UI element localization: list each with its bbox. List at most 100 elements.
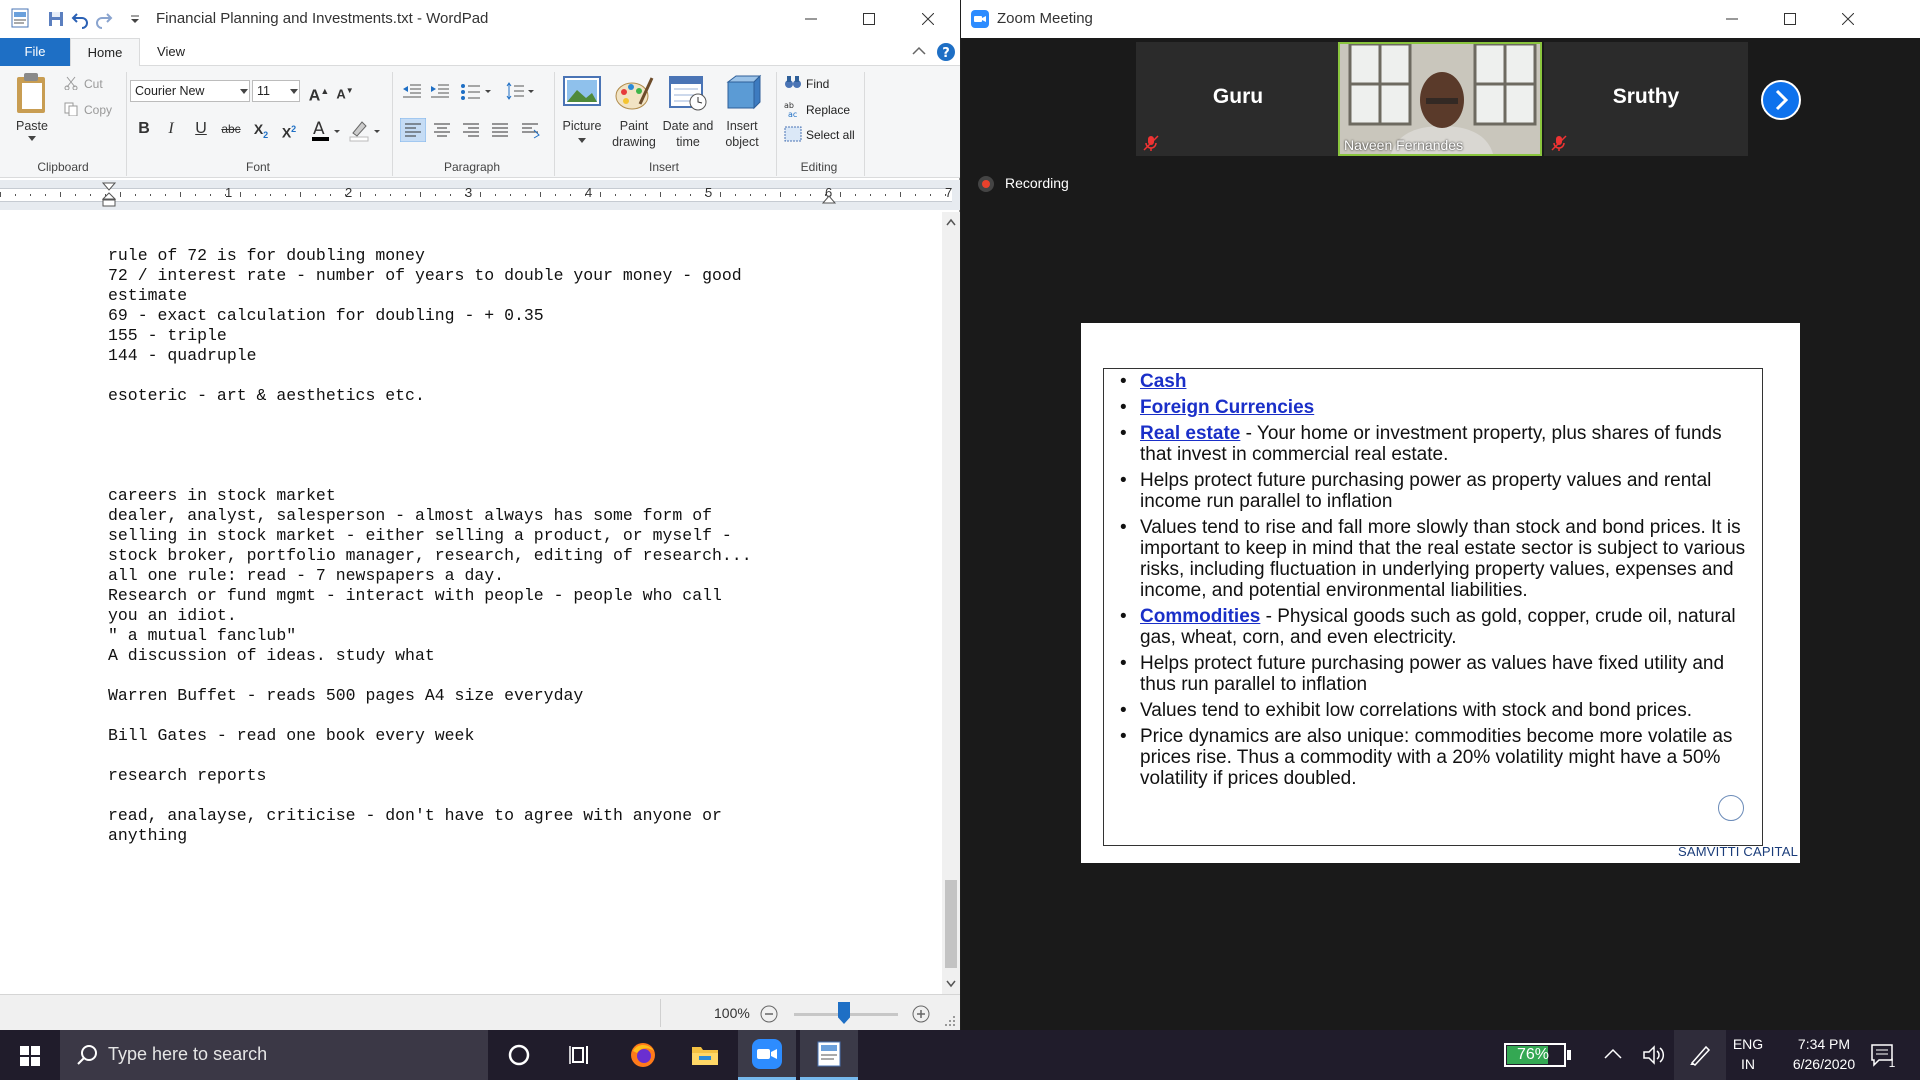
zoom-taskbar-button[interactable] xyxy=(738,1030,796,1080)
start-button[interactable] xyxy=(0,1030,58,1080)
align-center-icon[interactable] xyxy=(430,118,454,142)
help-icon[interactable]: ? xyxy=(936,42,956,62)
document-line[interactable] xyxy=(108,406,868,426)
scroll-down-icon[interactable] xyxy=(946,980,956,988)
firefox-button[interactable] xyxy=(614,1030,672,1080)
close-button[interactable] xyxy=(899,0,957,38)
file-explorer-button[interactable] xyxy=(676,1030,734,1080)
document-line[interactable]: 69 - exact calculation for doubling - + … xyxy=(108,306,868,326)
document-line[interactable]: estimate xyxy=(108,286,868,306)
tab-home[interactable]: Home xyxy=(70,38,140,67)
scroll-up-icon[interactable] xyxy=(946,218,956,226)
document-line[interactable]: Research or fund mgmt - interact with pe… xyxy=(108,586,868,606)
cortana-button[interactable] xyxy=(490,1030,548,1080)
subscript-button[interactable]: X2 xyxy=(250,118,272,140)
wordpad-taskbar-button[interactable] xyxy=(800,1030,858,1080)
grow-font-button[interactable]: A▲ xyxy=(308,80,330,104)
volume-icon[interactable] xyxy=(1642,1044,1666,1066)
document-line[interactable]: esoteric - art & aesthetics etc. xyxy=(108,386,868,406)
cut-button[interactable]: Cut xyxy=(84,77,103,91)
left-indent-marker-icon[interactable] xyxy=(102,182,116,208)
minimize-button[interactable] xyxy=(782,0,840,38)
slide-link[interactable]: Commodities xyxy=(1140,606,1260,627)
zoom-in-icon[interactable] xyxy=(912,1005,930,1023)
scrollbar-thumb[interactable] xyxy=(945,880,957,968)
document-line[interactable]: research reports xyxy=(108,766,868,786)
ruler[interactable]: 1 2 3 4 5 6 7 xyxy=(0,180,960,210)
document-area[interactable]: rule of 72 is for doubling money 72 / int… xyxy=(0,212,942,994)
align-left-icon[interactable] xyxy=(400,118,426,142)
next-participants-button[interactable] xyxy=(1761,80,1801,120)
highlight-color-icon[interactable] xyxy=(348,118,382,142)
underline-button[interactable]: U xyxy=(190,118,212,140)
document-line[interactable]: all one rule: read - 7 newspapers a day. xyxy=(108,566,868,586)
find-button[interactable]: Find xyxy=(806,77,829,91)
slide-link[interactable]: Cash xyxy=(1140,371,1186,392)
paste-button[interactable]: Paste xyxy=(10,118,54,134)
zoom-maximize-button[interactable] xyxy=(1761,0,1819,38)
vertical-scrollbar[interactable] xyxy=(942,212,960,994)
picture-dropdown-icon[interactable] xyxy=(578,138,586,144)
document-line[interactable]: Warren Buffet - reads 500 pages A4 size … xyxy=(108,686,868,706)
document-line[interactable] xyxy=(108,706,868,726)
superscript-button[interactable]: X2 xyxy=(278,118,300,141)
line-spacing-icon[interactable] xyxy=(506,82,536,100)
document-line[interactable] xyxy=(108,786,868,806)
replace-button[interactable]: Replace xyxy=(806,103,850,117)
slide-link[interactable]: Foreign Currencies xyxy=(1140,397,1314,418)
bullet-list-icon[interactable] xyxy=(460,82,494,100)
document-line[interactable] xyxy=(108,746,868,766)
tab-file[interactable]: File xyxy=(0,38,70,66)
zoom-slider-thumb[interactable] xyxy=(838,1002,850,1024)
document-line[interactable]: you an idiot. xyxy=(108,606,868,626)
document-line[interactable]: anything xyxy=(108,826,868,846)
show-hidden-icons-icon[interactable] xyxy=(1604,1048,1622,1060)
insert-object-icon[interactable] xyxy=(722,74,762,112)
picture-icon[interactable] xyxy=(562,74,602,110)
clock-time[interactable]: 7:34 PM xyxy=(1772,1036,1876,1052)
copy-button[interactable]: Copy xyxy=(84,103,112,117)
clock-date[interactable]: 6/26/2020 xyxy=(1772,1056,1876,1072)
paragraph-settings-icon[interactable] xyxy=(518,118,542,142)
zoom-minimize-button[interactable] xyxy=(1703,0,1761,38)
document-line[interactable]: " a mutual fanclub" xyxy=(108,626,868,646)
redo-icon[interactable] xyxy=(94,9,114,29)
italic-button[interactable]: I xyxy=(160,118,182,140)
input-language[interactable]: ENG xyxy=(1732,1036,1764,1052)
battery-indicator[interactable]: 76% xyxy=(1504,1043,1566,1067)
date-time-icon[interactable] xyxy=(668,74,708,112)
paint-drawing-icon[interactable] xyxy=(614,74,654,112)
document-line[interactable]: stock broker, portfolio manager, researc… xyxy=(108,546,868,566)
document-line[interactable]: Bill Gates - read one book every week xyxy=(108,726,868,746)
insert-object-button[interactable]: Insert object xyxy=(716,118,768,150)
zoom-close-button[interactable] xyxy=(1819,0,1877,38)
document-line[interactable]: rule of 72 is for doubling money xyxy=(108,246,868,266)
customize-qat-icon[interactable] xyxy=(126,9,146,29)
participant-video-tile[interactable]: Naveen Fernandes xyxy=(1338,42,1542,156)
increase-indent-icon[interactable] xyxy=(430,82,450,100)
slide-link[interactable]: Real estate xyxy=(1140,423,1240,444)
document-line[interactable]: 72 / interest rate - number of years to … xyxy=(108,266,868,286)
bold-button[interactable]: B xyxy=(133,118,155,140)
document-line[interactable] xyxy=(108,366,868,386)
document-line[interactable] xyxy=(108,466,868,486)
text-color-icon[interactable]: A xyxy=(310,118,342,142)
zoom-out-icon[interactable] xyxy=(760,1005,778,1023)
maximize-button[interactable] xyxy=(840,0,898,38)
select-all-button[interactable]: Select all xyxy=(806,128,855,142)
undo-icon[interactable] xyxy=(70,9,90,29)
shrink-font-button[interactable]: A▼ xyxy=(334,80,356,102)
right-indent-marker-icon[interactable] xyxy=(822,194,836,204)
document-line[interactable]: 155 - triple xyxy=(108,326,868,346)
decrease-indent-icon[interactable] xyxy=(402,82,422,100)
picture-button[interactable]: Picture xyxy=(556,118,608,134)
document-line[interactable]: 144 - quadruple xyxy=(108,346,868,366)
paste-dropdown-icon[interactable] xyxy=(28,136,36,142)
document-line[interactable] xyxy=(108,426,868,446)
task-view-button[interactable] xyxy=(552,1030,610,1080)
participant-tile-sruthy[interactable]: Sruthy xyxy=(1544,42,1748,156)
document-line[interactable]: read, analayse, criticise - don't have t… xyxy=(108,806,868,826)
document-line[interactable] xyxy=(108,446,868,466)
wordpad-app-icon[interactable] xyxy=(10,8,30,28)
tab-view[interactable]: View xyxy=(140,38,202,66)
